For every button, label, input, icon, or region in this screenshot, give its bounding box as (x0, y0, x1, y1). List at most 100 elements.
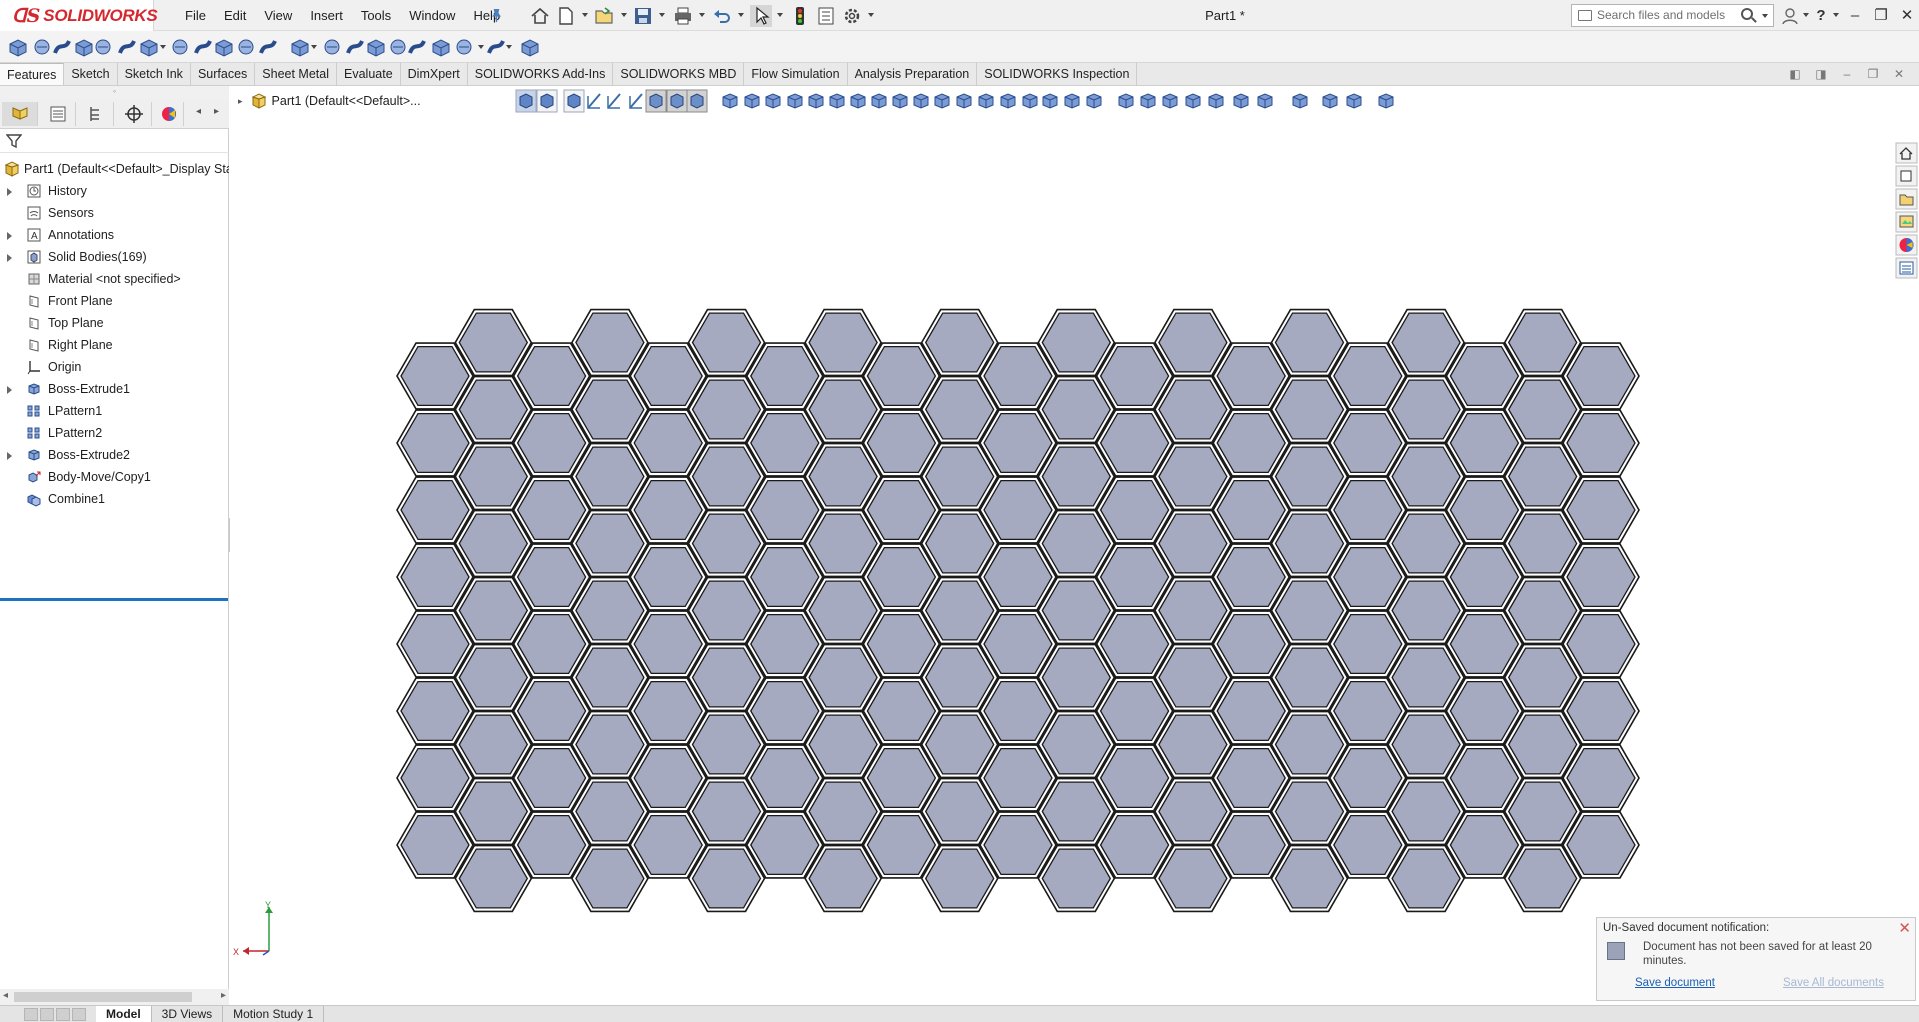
hexagon-body[interactable] (633, 680, 703, 742)
hexagon-body[interactable] (1158, 647, 1228, 708)
extruded-boss-icon[interactable] (9, 39, 27, 57)
scroll-left-icon[interactable]: ◂ (3, 990, 8, 1001)
expand-arrow-icon[interactable] (7, 254, 12, 262)
hexagon-body[interactable] (575, 848, 645, 909)
hexagon-body[interactable] (1041, 446, 1112, 507)
tree-item-annotations[interactable]: A Annotations (0, 224, 229, 246)
options-gear-icon[interactable] (841, 5, 863, 27)
tree-root-part1[interactable]: Part1 (Default<<Default>_Display Stat (0, 158, 229, 180)
pin-menu-icon[interactable] (489, 8, 504, 23)
swept-cut-icon[interactable] (194, 40, 212, 54)
hexagon-body[interactable] (1449, 680, 1520, 742)
solidworks-logo[interactable]: ꓷS SOLIDWORKS (0, 0, 158, 31)
hexagon-body[interactable] (1333, 680, 1403, 742)
hexagon-body[interactable] (458, 446, 529, 507)
instant3d-icon[interactable] (521, 39, 539, 57)
expand-arrow-icon[interactable] (7, 452, 12, 460)
hexagon-body[interactable] (1041, 312, 1112, 373)
expand-panel-icon[interactable]: ◨ (1811, 63, 1831, 85)
hexagon-body[interactable] (633, 412, 703, 474)
breadcrumb-label[interactable]: Part1 (Default<<Default>... (272, 94, 421, 108)
restore-document-button[interactable]: ❐ (1863, 63, 1883, 85)
hexagon-body[interactable] (808, 312, 878, 373)
hexagon-body[interactable] (1041, 379, 1112, 440)
panel-horizontal-scrollbar[interactable]: ◂ ▸ (0, 989, 229, 1005)
hexagon-body[interactable] (1449, 345, 1520, 407)
filter-funnel-icon[interactable] (6, 133, 22, 149)
hexagon-body[interactable] (575, 513, 645, 574)
shell-icon[interactable] (367, 39, 385, 57)
hexagon-body[interactable] (1333, 613, 1403, 675)
help-dropdown-caret[interactable] (1833, 13, 1839, 17)
task-pane-appearances-icon[interactable] (1895, 234, 1918, 256)
tab-flow-simulation[interactable]: Flow Simulation (744, 63, 848, 85)
command-dropdown-caret-1[interactable] (311, 45, 317, 49)
open-dropdown-caret[interactable] (621, 13, 627, 17)
split-icon[interactable] (1064, 93, 1080, 109)
last-tab-arrow-icon[interactable] (72, 1008, 86, 1021)
hexagon-body[interactable] (1391, 848, 1461, 909)
hexagon-body[interactable] (983, 479, 1053, 541)
hexagon-body[interactable] (983, 613, 1053, 675)
rebuild-traffic-light-icon[interactable] (789, 5, 811, 27)
lofted-cut-icon[interactable] (215, 39, 233, 57)
hexagon-body[interactable] (866, 680, 937, 742)
print-icon[interactable] (672, 5, 694, 27)
tree-rollback-bar[interactable] (0, 598, 228, 601)
view-settings-icon[interactable] (1257, 93, 1273, 109)
hexagon-body[interactable] (1099, 546, 1170, 608)
tree-item-boss-extrude1[interactable]: Boss-Extrude1 (0, 378, 229, 400)
extruded-cut-icon[interactable] (118, 40, 136, 54)
display-pane-icon[interactable] (1292, 93, 1308, 109)
revolved-boss-icon[interactable] (765, 93, 781, 109)
hexagon-body[interactable] (1566, 345, 1636, 407)
swept-boss-icon[interactable] (53, 40, 71, 54)
hexagon-body[interactable] (633, 345, 703, 407)
hexagon-body[interactable] (1158, 580, 1228, 641)
collapse-panel-icon[interactable]: ◧ (1785, 63, 1805, 85)
hexagon-body[interactable] (400, 747, 470, 809)
hexagon-body[interactable] (750, 345, 820, 407)
tab-features[interactable]: Features (0, 63, 65, 85)
save-document-link[interactable]: Save document (1635, 977, 1715, 989)
hexagon-body[interactable] (1449, 747, 1520, 809)
intersect-icon[interactable] (408, 40, 426, 54)
restore-window-button[interactable]: ❐ (1868, 0, 1894, 31)
combine-icon[interactable] (1042, 93, 1058, 109)
hexagon-body[interactable] (400, 412, 470, 474)
hexagon-body[interactable] (750, 546, 820, 608)
hexagon-body[interactable] (458, 379, 529, 440)
hexagon-body[interactable] (1507, 647, 1578, 708)
task-pane-custom-properties-icon[interactable] (1895, 257, 1918, 279)
hexagon-body[interactable] (691, 647, 762, 708)
lofted-boss-icon[interactable] (75, 39, 93, 57)
hexagon-body[interactable] (1507, 848, 1578, 909)
zoom-fit-icon[interactable] (1162, 93, 1178, 109)
hexagon-body[interactable] (750, 747, 820, 809)
hexagon-body[interactable] (983, 412, 1053, 474)
hexagon-body[interactable] (575, 379, 645, 440)
hexagon-body[interactable] (1158, 446, 1228, 507)
tab-sheet-metal[interactable]: Sheet Metal (255, 63, 337, 85)
tab-solidworks-inspection[interactable]: SOLIDWORKS Inspection (977, 63, 1138, 85)
revolved-cut-icon[interactable] (172, 39, 188, 55)
hexagon-body[interactable] (1507, 446, 1578, 507)
hexagon-body[interactable] (1449, 613, 1520, 675)
view-orientation-icon[interactable] (515, 89, 537, 113)
open-folder-icon[interactable] (593, 5, 615, 27)
hexagon-body[interactable] (1041, 513, 1112, 574)
hexagon-body[interactable] (1158, 848, 1228, 909)
tab-dimxpert[interactable]: DimXpert (401, 63, 468, 85)
hexagon-body[interactable] (1158, 714, 1228, 775)
search-icon[interactable] (1741, 8, 1753, 20)
scene-icon[interactable] (1322, 93, 1338, 109)
heads-up-view-toolbar[interactable] (510, 88, 1670, 114)
hexagon-body[interactable] (1216, 680, 1286, 742)
hexagon-body[interactable] (516, 479, 587, 541)
hexagon-body[interactable] (1507, 781, 1578, 842)
hexagon-body[interactable] (575, 446, 645, 507)
select-dropdown-caret[interactable] (777, 13, 783, 17)
boundary-cut-icon[interactable] (238, 39, 254, 55)
hexagon-body[interactable] (1099, 680, 1170, 742)
sketch-plane-icon[interactable] (587, 93, 601, 109)
